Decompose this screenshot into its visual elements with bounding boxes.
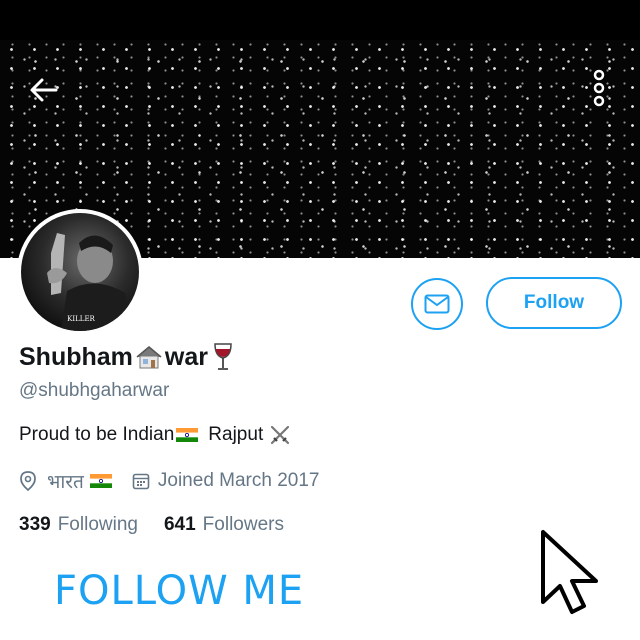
- crossed-swords-icon: [271, 425, 290, 445]
- joined-date: Joined March 2017: [157, 470, 320, 491]
- more-options-button[interactable]: [584, 68, 614, 110]
- bio: Proud to be Indian Rajput: [19, 424, 291, 446]
- display-name-part2: war: [164, 342, 208, 371]
- avatar[interactable]: KILLER: [17, 209, 143, 335]
- following-label: Following: [57, 514, 138, 535]
- arrow-left-icon: [30, 78, 58, 102]
- house-emoji-icon: [136, 346, 162, 369]
- bio-text-part2: Rajput: [208, 424, 264, 445]
- mouse-pointer-icon: [541, 530, 598, 614]
- display-name: Shubham war: [19, 340, 234, 374]
- following-count: 339: [19, 514, 51, 535]
- bio-text-part1: Proud to be Indian: [19, 424, 175, 445]
- location-text: भारत: [47, 472, 84, 493]
- followers-label: Followers: [202, 514, 284, 535]
- user-handle: @shubhgaharwar: [19, 380, 170, 401]
- follow-me-overlay-text: FOLLOW ME: [54, 568, 305, 614]
- followers-link[interactable]: 641 Followers: [164, 514, 310, 536]
- calendar-icon: [132, 473, 150, 490]
- location-pin-icon: [20, 471, 36, 492]
- india-flag-icon: [176, 428, 199, 442]
- envelope-icon: [424, 294, 450, 314]
- top-black-strip: [0, 0, 640, 40]
- display-name-part1: Shubham: [19, 342, 133, 371]
- back-button[interactable]: [26, 72, 62, 108]
- india-flag-icon: [89, 474, 112, 488]
- wine-glass-emoji-icon: [214, 343, 232, 370]
- follow-button[interactable]: Follow: [486, 277, 622, 329]
- profile-meta: भारत Joined March 2017: [19, 468, 320, 494]
- message-button[interactable]: [411, 278, 463, 330]
- avatar-image: KILLER: [21, 213, 139, 331]
- vertical-dots-icon: [593, 69, 605, 107]
- following-link[interactable]: 339 Following: [19, 514, 164, 536]
- followers-count: 641: [163, 514, 196, 535]
- follow-stats: 339 Following 641 Followers: [19, 514, 310, 536]
- avatar-caption: KILLER: [67, 315, 95, 323]
